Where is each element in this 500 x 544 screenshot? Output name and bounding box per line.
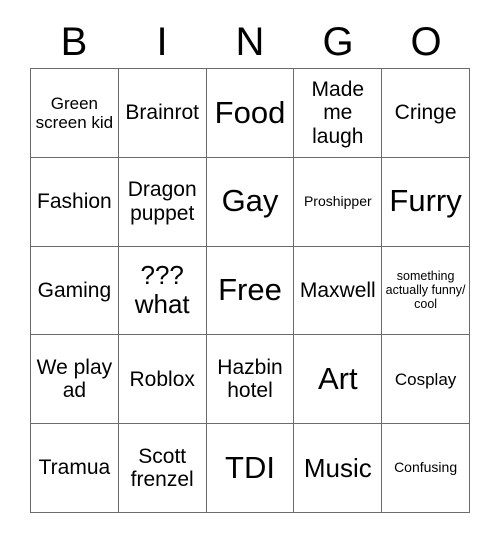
- bingo-cell-g1[interactable]: Made me laugh: [294, 69, 383, 158]
- bingo-cell-i2[interactable]: Dragon puppet: [118, 157, 207, 247]
- bingo-cell-g5[interactable]: Music: [294, 424, 383, 513]
- bingo-cell-i1[interactable]: Brainrot: [118, 69, 207, 158]
- bingo-cell-i3[interactable]: ??? what: [118, 246, 207, 336]
- bingo-cell-n5[interactable]: TDI: [206, 424, 295, 513]
- bingo-cell-o1[interactable]: Cringe: [382, 69, 470, 158]
- bingo-cell-g2[interactable]: Proshipper: [294, 157, 383, 247]
- bingo-cell-label: something actually funny/ cool: [385, 269, 466, 312]
- bingo-cell-label: Made me laugh: [311, 77, 365, 148]
- bingo-header-letter-g: G: [322, 20, 354, 64]
- bingo-cell-label: Tramua: [38, 456, 111, 480]
- bingo-header-letter-o: O: [410, 20, 442, 64]
- bingo-cell-label: Gay: [221, 183, 279, 219]
- bingo-cell-label: Cringe: [394, 101, 457, 125]
- bingo-cell-label: Scott frenzel: [130, 444, 194, 492]
- bingo-cell-b3[interactable]: Gaming: [31, 246, 119, 336]
- bingo-cell-n1[interactable]: Food: [206, 69, 295, 158]
- bingo-header-letter-b: B: [60, 20, 88, 64]
- bingo-header-letter-i: I: [156, 20, 168, 64]
- bingo-cell-b1[interactable]: Green screen kid: [31, 69, 119, 158]
- bingo-cell-n2[interactable]: Gay: [206, 157, 295, 247]
- bingo-cell-label: TDI: [225, 449, 275, 485]
- bingo-cell-label: Roblox: [129, 367, 195, 391]
- bingo-cell-b2[interactable]: Fashion: [31, 157, 119, 247]
- bingo-cell-o5[interactable]: Confusing: [382, 424, 470, 513]
- bingo-cell-label: Free: [218, 272, 282, 308]
- bingo-cell-i4[interactable]: Roblox: [118, 335, 207, 425]
- bingo-cell-g3[interactable]: Maxwell: [294, 246, 383, 336]
- bingo-cell-i5[interactable]: Scott frenzel: [118, 424, 207, 513]
- bingo-cell-label: ??? what: [134, 260, 190, 320]
- bingo-cell-b4[interactable]: We play ad: [31, 335, 119, 425]
- bingo-header-row: B I N G O: [30, 16, 470, 68]
- bingo-card: B I N G O Green screen kid Brainrot Food…: [0, 0, 500, 544]
- bingo-cell-label: We play ad: [36, 355, 113, 403]
- bingo-cell-label: Furry: [389, 183, 462, 219]
- bingo-cell-label: Hazbin hotel: [217, 355, 283, 403]
- bingo-cell-b5[interactable]: Tramua: [31, 424, 119, 513]
- bingo-cell-label: Maxwell: [299, 278, 376, 302]
- bingo-cell-n4[interactable]: Hazbin hotel: [206, 335, 295, 425]
- bingo-cell-o2[interactable]: Furry: [382, 157, 470, 247]
- bingo-cell-free[interactable]: Free: [206, 246, 295, 336]
- bingo-cell-g4[interactable]: Art: [294, 335, 383, 425]
- bingo-header-letter-n: N: [235, 20, 265, 64]
- bingo-cell-label: Dragon puppet: [127, 178, 197, 225]
- bingo-cell-label: Food: [214, 94, 286, 130]
- bingo-cell-label: Fashion: [37, 189, 112, 213]
- bingo-cell-label: Brainrot: [125, 101, 199, 125]
- bingo-cell-o3[interactable]: something actually funny/ cool: [382, 246, 470, 336]
- bingo-cell-label: Gaming: [37, 278, 112, 302]
- bingo-cell-label: Music: [303, 452, 372, 483]
- bingo-cell-o4[interactable]: Cosplay: [382, 335, 470, 425]
- bingo-grid: Green screen kid Brainrot Food Made me l…: [30, 68, 470, 513]
- bingo-cell-label: Cosplay: [394, 369, 457, 389]
- bingo-cell-label: Art: [317, 360, 358, 396]
- bingo-cell-label: Confusing: [394, 459, 458, 476]
- bingo-cell-label: Green screen kid: [35, 93, 114, 132]
- bingo-cell-label: Proshipper: [303, 192, 372, 209]
